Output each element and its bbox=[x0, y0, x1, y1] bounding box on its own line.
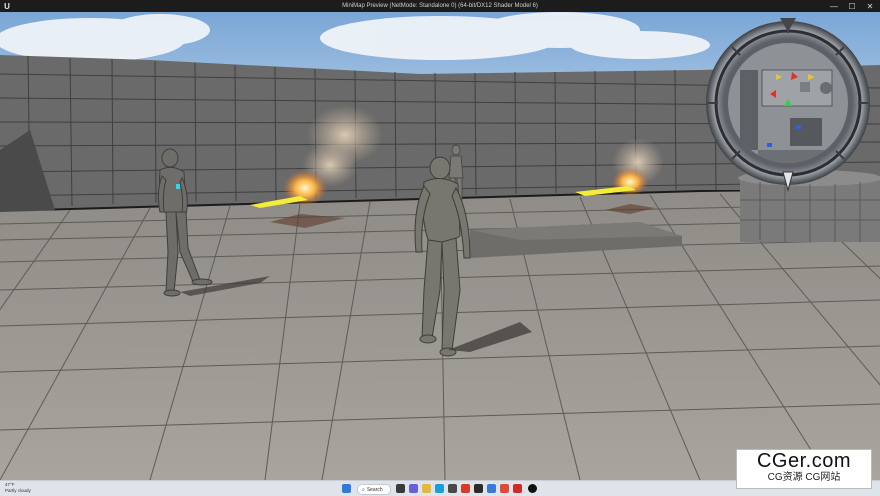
watermark-main: CGer.com bbox=[756, 450, 852, 472]
watermark-sub: CG资源 CG网站 bbox=[767, 472, 841, 483]
taskbar-search[interactable]: ⌕ Search bbox=[357, 484, 391, 495]
app-icon[interactable] bbox=[500, 484, 509, 493]
minimap-marker-blue-icon bbox=[767, 143, 772, 147]
app-icon[interactable] bbox=[513, 484, 522, 493]
app-icon[interactable] bbox=[487, 484, 496, 493]
edge-icon[interactable] bbox=[435, 484, 444, 493]
unreal-icon[interactable] bbox=[528, 484, 537, 493]
windows-icon[interactable] bbox=[342, 484, 351, 493]
search-label: Search bbox=[366, 486, 383, 493]
weather-desc: Partly cloudy bbox=[5, 487, 31, 493]
app-icon[interactable] bbox=[461, 484, 470, 493]
watermark: CGer.com CG资源 CG网站 bbox=[736, 449, 872, 489]
game-viewport[interactable] bbox=[0, 12, 880, 480]
maximize-button[interactable]: ☐ bbox=[843, 0, 861, 12]
window-title: MiniMap Preview (NetMode: Standalone 0) … bbox=[342, 3, 538, 9]
store-icon[interactable] bbox=[448, 484, 457, 493]
minimap-marker-blue-icon bbox=[796, 125, 801, 129]
search-icon: ⌕ bbox=[362, 486, 365, 493]
chat-icon[interactable] bbox=[409, 484, 418, 493]
game-scene bbox=[0, 12, 880, 480]
window-titlebar: U MiniMap Preview (NetMode: Standalone 0… bbox=[0, 0, 880, 12]
task-view-icon[interactable] bbox=[396, 484, 405, 493]
close-button[interactable]: ✕ bbox=[861, 0, 879, 12]
app-icon[interactable] bbox=[474, 484, 483, 493]
chest-light bbox=[176, 184, 180, 189]
file-explorer-icon[interactable] bbox=[422, 484, 431, 493]
weather-widget[interactable]: 47°F Partly cloudy bbox=[5, 482, 31, 493]
minimize-button[interactable]: — bbox=[825, 0, 843, 12]
